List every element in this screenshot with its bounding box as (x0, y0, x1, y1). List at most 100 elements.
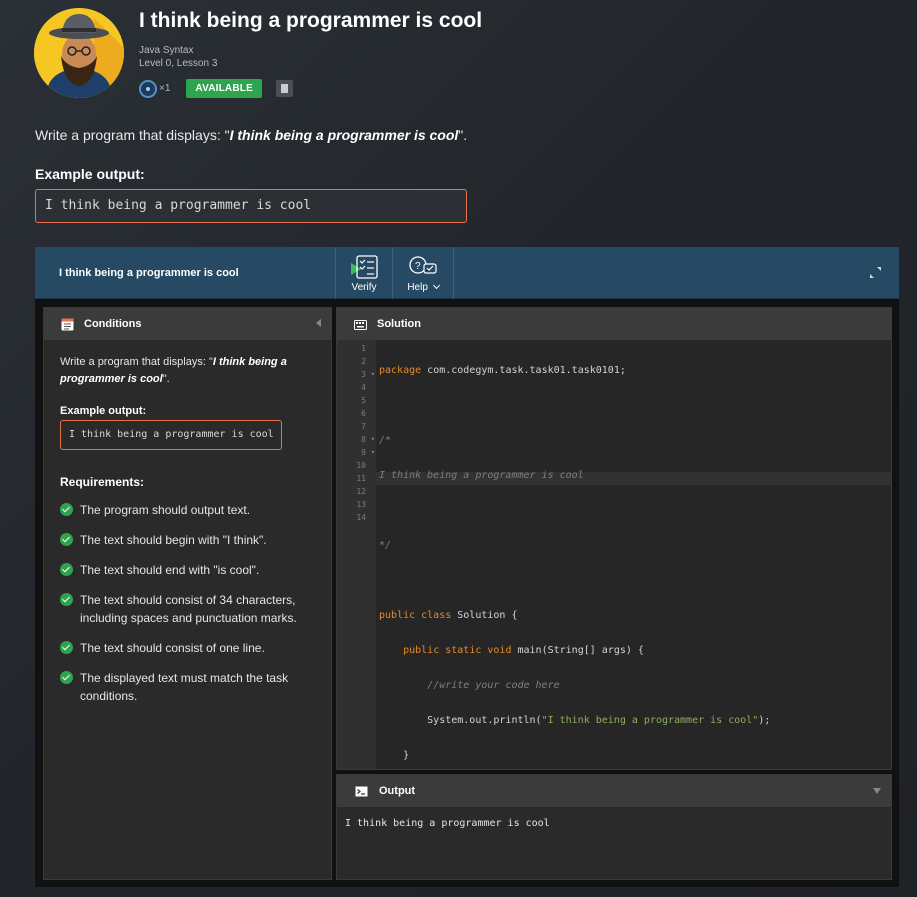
reward-count: ×1 (159, 83, 171, 94)
check-circle-icon (60, 503, 73, 516)
verify-icon (351, 255, 378, 279)
conditions-example-box: I think being a programmer is cool (60, 420, 282, 450)
course-name: Java Syntax (139, 45, 194, 56)
conditions-example-label: Example output: (60, 405, 147, 417)
line-number: 9 ▾ (337, 446, 375, 459)
line-number: 13 (356, 500, 366, 509)
line-number: 6 (361, 409, 366, 418)
code-line: public static void main(String[] args) { (379, 644, 770, 657)
fold-arrow-icon[interactable]: ▾ (371, 368, 375, 381)
code-line: } (379, 749, 770, 762)
code-line: */ (379, 539, 770, 552)
code-comment: //write your code here (427, 680, 560, 691)
requirement-item: The program should output text. (60, 501, 315, 519)
code-text: Solution { (451, 610, 518, 621)
help-label-row: Help (407, 281, 440, 293)
line-number: 11 (356, 474, 366, 483)
help-icon: ? (409, 256, 437, 274)
conditions-panel: Conditions Write a program that displays… (43, 307, 332, 880)
output-text: I think being a programmer is cool (345, 818, 550, 829)
svg-text:?: ? (415, 261, 421, 272)
conditions-title: Conditions (84, 318, 142, 330)
ide-toolbar: I think being a programmer is cool Verif… (35, 247, 899, 299)
check-circle-icon (60, 641, 73, 654)
code-keyword: package (379, 365, 422, 376)
line-number-gutter: 1 2 3 ▾ 4 5 6 7 8 ▾ 9 ▾ 10 11 12 13 14 (337, 340, 376, 769)
code-line: System.out.println("I think being a prog… (379, 714, 770, 727)
code-text: System.out.println( (379, 715, 542, 726)
code-line: package com.codegym.task.task01.task0101… (379, 364, 770, 377)
badge-row: ×1 AVAILABLE (139, 79, 293, 98)
requirement-text: The displayed text must match the task c… (80, 671, 289, 703)
ide-task-title: I think being a programmer is cool (59, 267, 239, 279)
web-ide: I think being a programmer is cool Verif… (35, 247, 899, 887)
help-button[interactable]: ? Help (392, 247, 454, 299)
task-description-quote: I think being a programmer is cool (229, 127, 459, 143)
code-editor[interactable]: 1 2 3 ▾ 4 5 6 7 8 ▾ 9 ▾ 10 11 12 13 14 pack… (337, 340, 891, 796)
code-line: /* (379, 434, 770, 447)
code-string: "I think being a programmer is cool" (541, 715, 759, 726)
verify-label: Verify (351, 282, 377, 293)
document-icon[interactable] (275, 80, 293, 97)
lesson-meta: Java Syntax Level 0, Lesson 3 (139, 44, 217, 70)
line-number: 14 (356, 513, 366, 522)
code-line: //write your code here (379, 679, 770, 692)
line-number: 12 (356, 487, 366, 496)
requirement-text: The text should begin with "I think". (80, 533, 267, 547)
line-number-text: 3 (361, 370, 366, 379)
requirements-list: The program should output text. The text… (60, 501, 315, 705)
line-number-text: 9 (361, 448, 366, 457)
page-title: I think being a programmer is cool (139, 9, 483, 32)
terminal-icon (355, 786, 368, 796)
example-output-label: Example output: (35, 166, 145, 182)
code-text: ); (758, 715, 771, 726)
line-number: 1 (361, 344, 366, 353)
solution-title: Solution (377, 318, 421, 330)
line-number: 10 (356, 461, 366, 470)
output-header[interactable]: Output (337, 775, 891, 807)
verify-button[interactable]: Verify (335, 247, 392, 299)
check-circle-icon (60, 593, 73, 606)
check-circle-icon (60, 671, 73, 684)
code-comment: /* (379, 435, 392, 446)
check-circle-icon (60, 533, 73, 546)
requirement-text: The program should output text. (80, 503, 251, 517)
dark-matter-icon (139, 79, 157, 98)
fullscreen-icon[interactable] (870, 267, 881, 278)
requirement-item: The text should consist of 34 characters… (60, 591, 315, 627)
line-number-text: 8 (361, 435, 366, 444)
solution-header: Solution (337, 308, 891, 340)
code-comment: I think being a programmer is cool (379, 470, 584, 481)
collapse-left-icon[interactable] (316, 319, 321, 327)
check-circle-icon (60, 563, 73, 576)
status-badge: AVAILABLE (186, 79, 262, 98)
conditions-body: Write a program that displays: " I think … (44, 340, 331, 719)
task-description-prefix: Write a program that displays: " (35, 127, 230, 143)
code-text: } (379, 750, 410, 761)
course-avatar (34, 8, 124, 98)
code-line: public class Solution { (379, 609, 770, 622)
requirement-text: The text should consist of 34 characters… (80, 593, 297, 625)
requirements-label: Requirements: (60, 475, 145, 489)
help-label: Help (407, 282, 428, 293)
conditions-header[interactable]: Conditions (44, 308, 331, 340)
line-number: 5 (361, 396, 366, 405)
line-number: 8 ▾ (337, 433, 375, 446)
collapse-down-icon[interactable] (873, 788, 881, 794)
chevron-down-icon (432, 281, 440, 290)
fold-arrow-icon[interactable]: ▾ (371, 433, 375, 446)
conditions-description-prefix: Write a program that displays: " (60, 356, 213, 368)
line-number: 3 ▾ (337, 368, 375, 381)
line-number: 2 (361, 357, 366, 366)
fold-arrow-icon[interactable]: ▾ (371, 446, 375, 459)
code-text: main(String[] args) { (511, 645, 644, 656)
level-lesson: Level 0, Lesson 3 (139, 58, 218, 69)
conditions-icon (61, 318, 74, 330)
requirement-item: The text should end with "is cool". (60, 561, 315, 579)
line-number: 4 (361, 383, 366, 392)
solution-panel: Solution 1 2 3 ▾ 4 5 6 7 8 ▾ 9 ▾ 10 11 12 1… (336, 307, 892, 796)
code-text: com.codegym.task.task01.task0101; (421, 365, 626, 376)
task-description: Write a program that displays: "I think … (35, 127, 467, 143)
